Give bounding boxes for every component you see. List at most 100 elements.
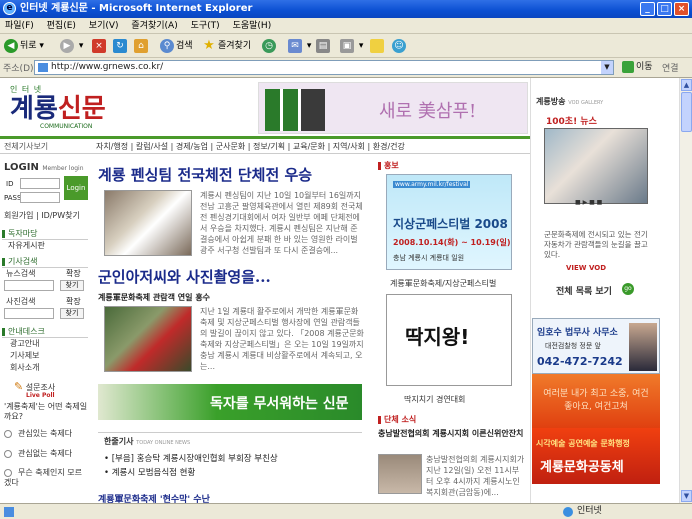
soldier-photo[interactable] bbox=[104, 306, 192, 372]
back-arrow-icon: ◀ bbox=[4, 38, 18, 53]
minimize-button[interactable]: _ bbox=[640, 2, 655, 16]
free-board-link[interactable]: 자유게시판 bbox=[8, 240, 94, 251]
vod-player[interactable]: ■ ▶ ■ ■ bbox=[544, 128, 648, 206]
ie-icon: e bbox=[3, 2, 16, 15]
messenger-button[interactable]: ☺ bbox=[392, 37, 408, 55]
forward-button[interactable]: ▶ ▾ bbox=[60, 37, 83, 55]
internet-zone: 인터넷 bbox=[563, 504, 602, 519]
web-page: 인 터 넷 계룡신문 COMMUNICATION 새로 美삼푸! 전체기사보기 … bbox=[0, 78, 679, 503]
top-banner-ad[interactable]: 새로 美삼푸! bbox=[258, 82, 528, 134]
photo-search-expand[interactable]: 확장 bbox=[66, 296, 81, 307]
go-button[interactable]: 이동 bbox=[622, 60, 653, 75]
vod-controls[interactable]: ■ ▶ ■ ■ bbox=[575, 199, 602, 206]
company-link[interactable]: 회사소개 bbox=[10, 362, 96, 373]
poll-option-2[interactable]: 관심없는 축제다 bbox=[4, 448, 72, 459]
join-find-links[interactable]: 회원가입 | ID/PW찾기 bbox=[4, 210, 90, 221]
radio-icon[interactable] bbox=[4, 449, 12, 458]
menu-edit[interactable]: 편집(E) bbox=[42, 18, 81, 34]
address-dropdown-icon[interactable]: ▼ bbox=[601, 61, 613, 74]
links-label[interactable]: 연결 bbox=[662, 61, 679, 74]
menu-view[interactable]: 보기(V) bbox=[84, 18, 124, 34]
ad-info-link[interactable]: 광고안내 bbox=[10, 338, 96, 349]
vertical-scrollbar[interactable]: ▲ ▼ bbox=[679, 78, 692, 503]
mail-icon: ✉ bbox=[288, 38, 302, 53]
shampoo-bottles-image bbox=[265, 89, 325, 131]
scroll-up-icon[interactable]: ▲ bbox=[681, 79, 692, 91]
all-articles-link[interactable]: 전체기사보기 bbox=[4, 141, 48, 152]
password-input[interactable] bbox=[20, 192, 60, 203]
headline-1[interactable]: 계룡 펜싱팀 전국체전 단체전 우승 bbox=[98, 164, 312, 185]
photo-search-button[interactable]: 찾기 bbox=[60, 308, 84, 319]
bottom-headline[interactable]: 계룡軍문화축제 '현수막' 수난 bbox=[98, 492, 210, 503]
slogan-banner[interactable]: 독자를 무서워하는 신문 bbox=[98, 384, 362, 420]
orange-ad[interactable]: 여러분 내가 최고 소중, 여건좋아요, 여건고쳐 bbox=[532, 374, 660, 428]
today-item-2[interactable]: • 계룡시 모범음식점 현황 bbox=[104, 466, 195, 478]
poll-option-3[interactable]: 무슨 축제인지 모르겠다 bbox=[4, 468, 88, 488]
photo-search-label: 사진검색 bbox=[6, 297, 36, 306]
today-news-box bbox=[98, 432, 362, 433]
title-bar: e 인터넷 계룡신문 - Microsoft Internet Explorer… bbox=[0, 0, 692, 18]
menu-tools[interactable]: 도구(T) bbox=[186, 18, 225, 34]
favorites-button[interactable]: ★ 즐겨찾기 bbox=[202, 37, 251, 55]
today-item-1[interactable]: • [부음] 홍승탁 계룡시장애인협회 부회장 부친상 bbox=[104, 452, 278, 464]
search-button[interactable]: ⚲ 검색 bbox=[160, 37, 193, 55]
news-search-button[interactable]: 찾기 bbox=[60, 280, 84, 291]
go-arrow-icon bbox=[622, 60, 634, 73]
address-url: http://www.grnews.co.kr/ bbox=[51, 62, 164, 72]
cartoon-image[interactable]: 딱지왕! bbox=[386, 294, 512, 386]
category-nav: 전체기사보기 자치/행정 | 칼럼/사설 | 경제/농업 | 군사문화 | 정보… bbox=[0, 140, 530, 154]
person-photo bbox=[629, 323, 657, 371]
fencing-photo[interactable] bbox=[104, 190, 192, 256]
login-button[interactable]: Login bbox=[64, 176, 88, 200]
home-button[interactable]: ⌂ bbox=[134, 37, 150, 55]
address-input[interactable]: http://www.grnews.co.kr/ ▼ bbox=[34, 60, 614, 75]
history-icon: ◷ bbox=[262, 38, 276, 53]
close-button[interactable]: × bbox=[674, 2, 689, 16]
category-links[interactable]: 자치/행정 | 칼럼/사설 | 경제/농업 | 군사문화 | 정보/기획 | 교… bbox=[96, 141, 405, 152]
id-input[interactable] bbox=[20, 178, 60, 189]
back-button[interactable]: ◀ 뒤로 ▾ bbox=[4, 37, 44, 55]
scroll-down-icon[interactable]: ▼ bbox=[681, 490, 692, 502]
header-divider bbox=[0, 136, 530, 139]
news-search-label: 뉴스검색 bbox=[6, 269, 36, 278]
radio-icon[interactable] bbox=[4, 429, 12, 438]
vod-head: 계룡방송 VOD GALLERY bbox=[536, 97, 604, 106]
news-search-input[interactable] bbox=[4, 280, 54, 291]
poll-option-1[interactable]: 관심있는 축제다 bbox=[4, 428, 72, 439]
radio-icon[interactable] bbox=[4, 468, 12, 477]
council-body: 충남발전협의회 계룡시지회가 지난 12일(일) 오전 11시부터 오후 4시까… bbox=[426, 455, 525, 497]
view-vod-button[interactable]: VIEW VOD bbox=[566, 264, 606, 272]
maximize-button[interactable]: □ bbox=[657, 2, 672, 16]
headline-2[interactable]: 군인아저씨와 사진촬영을... bbox=[98, 266, 271, 287]
news-search-expand[interactable]: 확장 bbox=[66, 268, 81, 279]
menu-help[interactable]: 도움말(H) bbox=[228, 18, 277, 34]
notes-button[interactable] bbox=[370, 37, 386, 55]
scroll-thumb[interactable] bbox=[681, 92, 692, 132]
mail-button[interactable]: ✉ ▾ bbox=[288, 37, 311, 55]
culture-ad[interactable]: 시각예술 공연예술 문화행정 계룡문화공동체 bbox=[532, 428, 660, 484]
stop-button[interactable]: × bbox=[92, 37, 108, 55]
menu-file[interactable]: 파일(F) bbox=[0, 18, 39, 34]
edit-button[interactable]: ▣ ▾ bbox=[340, 37, 363, 55]
photo-search-input[interactable] bbox=[4, 308, 54, 319]
window-title: 인터넷 계룡신문 - Microsoft Internet Explorer bbox=[20, 3, 253, 14]
promo-caption-1[interactable]: 계룡軍문화축제/지상군페스티벌 bbox=[390, 278, 496, 289]
report-link[interactable]: 기사제보 bbox=[10, 350, 96, 361]
star-icon: ★ bbox=[203, 37, 215, 53]
history-button[interactable]: ◷ bbox=[262, 37, 278, 55]
lawyer-ad[interactable]: 임호수 법무사 사무소 대전검찰청 정문 앞 042-472-7242 bbox=[532, 318, 660, 374]
council-title[interactable]: 충남발전협의회 계룡시지회 이른신위안잔치 bbox=[378, 428, 524, 439]
refresh-button[interactable]: ↻ bbox=[113, 37, 129, 55]
festival-poster[interactable]: www.army.mil.kr/festival 지상군페스티벌 2008 20… bbox=[386, 174, 512, 270]
page-icon bbox=[38, 63, 48, 72]
print-button[interactable]: ▤ bbox=[316, 37, 332, 55]
go-circle-icon[interactable]: go bbox=[622, 283, 634, 295]
council-photo[interactable] bbox=[378, 454, 422, 494]
toolbar: ◀ 뒤로 ▾ ▶ ▾ × ↻ ⌂ ⚲ 검색 ★ 즐겨찾기 ◷ ✉ ▾ ▤ ▣ ▾ ☺ bbox=[0, 34, 692, 58]
article-1-body: 계룡시 펜싱팀이 지난 10일 10월부터 16일까지 전남 고흥군 팔영체육관… bbox=[200, 191, 363, 255]
menu-favorites[interactable]: 즐겨찾기(A) bbox=[126, 18, 182, 34]
promo-caption-2[interactable]: 딱지치기 경연대회 bbox=[404, 394, 465, 405]
all-list-link[interactable]: 전체 목록 보기 bbox=[556, 284, 612, 297]
site-logo[interactable]: 인 터 넷 계룡신문 COMMUNICATION bbox=[10, 84, 130, 132]
info-desk-head: 안내데스크 bbox=[2, 326, 88, 338]
